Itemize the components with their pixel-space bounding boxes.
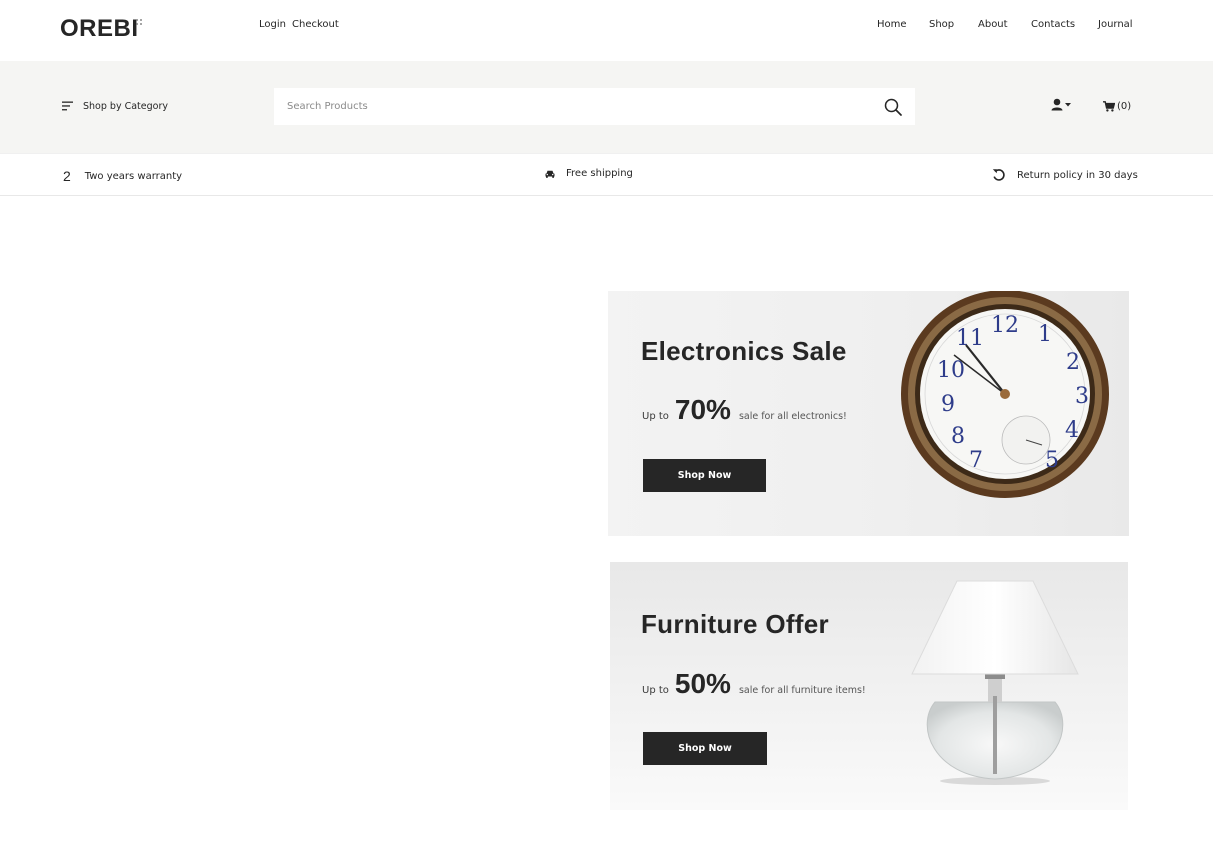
svg-text:4: 4 — [1065, 418, 1079, 443]
logo-dots-icon — [136, 19, 142, 25]
brand-logo[interactable]: OREBI — [60, 15, 139, 43]
nav-contacts[interactable]: Contacts — [1031, 19, 1075, 30]
cart-icon — [1103, 100, 1115, 112]
search-band: Shop by Category (0) — [0, 61, 1213, 153]
banner-offer: Up to 50% sale for all furniture items! — [642, 668, 866, 700]
feature-shipping: Free shipping — [545, 168, 633, 179]
search-box — [274, 88, 915, 125]
banner-title: Electronics Sale — [641, 336, 847, 366]
user-menu-button[interactable] — [1051, 97, 1077, 111]
search-icon[interactable] — [884, 98, 902, 116]
shop-by-category-label: Shop by Category — [83, 100, 168, 112]
banner-title: Furniture Offer — [641, 609, 829, 639]
svg-text:8: 8 — [951, 424, 965, 449]
caret-down-icon — [1065, 103, 1071, 107]
nav-journal[interactable]: Journal — [1098, 19, 1133, 30]
cart-button[interactable]: (0) — [1103, 99, 1131, 113]
return-icon — [992, 169, 1005, 181]
shop-now-button[interactable]: Shop Now — [643, 732, 767, 765]
warranty-text: Two years warranty — [84, 170, 183, 182]
user-icon — [1051, 98, 1071, 111]
svg-text:12: 12 — [991, 313, 1019, 338]
feature-warranty: 2 Two years warranty — [63, 168, 182, 184]
search-input[interactable] — [274, 88, 874, 125]
glass-lamp-image — [911, 580, 1079, 785]
warranty-number: 2 — [63, 168, 71, 184]
svg-text:2: 2 — [1066, 350, 1080, 375]
login-link[interactable]: Login — [259, 19, 286, 30]
svg-text:7: 7 — [969, 448, 983, 473]
banner-percent: 50% — [674, 668, 731, 699]
shop-now-button[interactable]: Shop Now — [643, 459, 766, 492]
banner-offer: Up to 70% sale for all electronics! — [642, 394, 847, 426]
banner-upto: Up to — [642, 685, 669, 696]
banner-description: sale for all furniture items! — [738, 685, 866, 696]
menu-lines-icon — [62, 101, 73, 111]
checkout-link[interactable]: Checkout — [292, 19, 339, 30]
returns-text: Return policy in 30 days — [1017, 169, 1138, 181]
shipping-text: Free shipping — [566, 168, 633, 179]
wall-clock-image: 12 1 2 3 4 5 7 8 9 10 11 — [901, 291, 1109, 498]
banner-percent: 70% — [674, 394, 731, 425]
feature-returns: Return policy in 30 days — [992, 168, 1138, 182]
svg-text:11: 11 — [956, 326, 984, 351]
svg-text:9: 9 — [941, 392, 955, 417]
car-icon — [545, 170, 555, 178]
banner-upto: Up to — [642, 411, 669, 422]
banner-description: sale for all electronics! — [738, 411, 847, 422]
furniture-offer-banner[interactable]: Furniture Offer Up to 50% sale for all f… — [610, 562, 1128, 810]
nav-home[interactable]: Home — [877, 19, 907, 30]
nav-about[interactable]: About — [978, 19, 1008, 30]
svg-text:3: 3 — [1075, 384, 1089, 409]
top-navbar: OREBI Login Checkout Home Shop About Con… — [0, 0, 1213, 61]
svg-text:1: 1 — [1038, 322, 1052, 347]
features-strip: 2 Two years warranty Free shipping Retur… — [0, 153, 1213, 196]
nav-shop[interactable]: Shop — [929, 19, 954, 30]
cart-count: (0) — [1117, 100, 1132, 112]
electronics-sale-banner[interactable]: 12 1 2 3 4 5 7 8 9 10 11 Electronics Sal… — [608, 291, 1129, 536]
shop-by-category-button[interactable]: Shop by Category — [62, 99, 168, 113]
svg-text:10: 10 — [937, 358, 965, 383]
